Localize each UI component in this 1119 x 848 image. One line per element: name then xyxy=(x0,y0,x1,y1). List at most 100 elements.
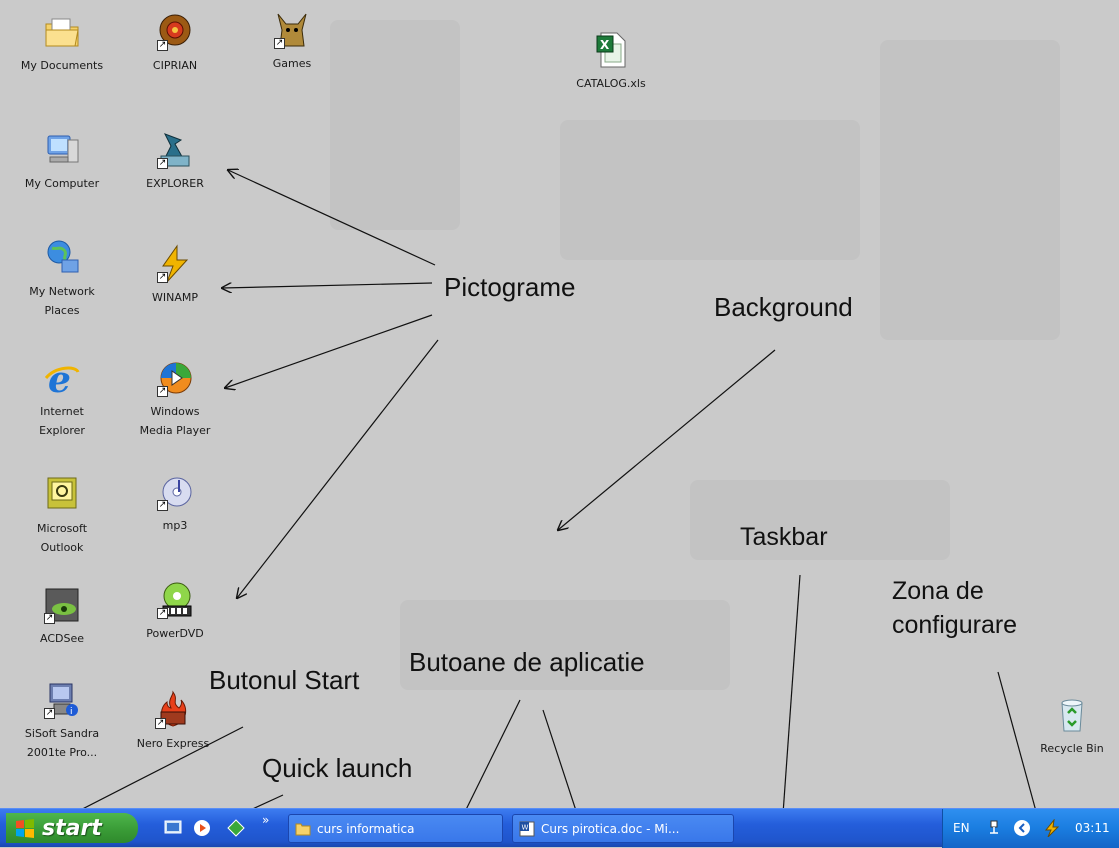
internet-explorer-icon: e xyxy=(42,358,82,398)
computer-icon xyxy=(42,130,82,170)
arrow-to-quick-launch xyxy=(253,794,284,808)
excel-file-icon: X xyxy=(591,30,631,70)
icon-label: Nero Express xyxy=(136,737,210,750)
annotation-zona-de: Zona de xyxy=(892,577,984,605)
icon-label: ACDSee xyxy=(40,632,84,645)
arrow-to-winamp xyxy=(222,283,433,288)
desktop-icon-nero-express[interactable]: ↗ Nero Express xyxy=(125,690,221,753)
icon-label: Games xyxy=(272,57,312,70)
shortcut-arrow-icon: ↗ xyxy=(155,718,166,729)
svg-text:X: X xyxy=(600,38,610,52)
system-tray: EN 03:11 xyxy=(942,809,1119,848)
folder-documents-icon xyxy=(42,12,82,52)
music-disc-icon: ↗ xyxy=(155,472,195,512)
task-label: Curs pirotica.doc - Mi... xyxy=(541,821,680,836)
shortcut-arrow-icon: ↗ xyxy=(44,708,55,719)
clock[interactable]: 03:11 xyxy=(1075,821,1110,835)
taskbar-button-curs-pirotica-doc[interactable]: W Curs pirotica.doc - Mi... xyxy=(512,814,734,843)
desktop-icon-internet-explorer[interactable]: e Internet Explorer xyxy=(14,358,110,440)
arrow-to-taskbar xyxy=(782,574,801,808)
sisoft-sandra-icon: i ↗ xyxy=(42,680,82,720)
icon-label: Recycle Bin xyxy=(1040,742,1104,755)
taskbar: start » curs informatica W Curs pirotica… xyxy=(0,808,1119,848)
desktop-icon-winamp[interactable]: ↗ WINAMP xyxy=(127,244,223,307)
start-label: start xyxy=(42,815,102,841)
taskbar-button-curs-informatica[interactable]: curs informatica xyxy=(288,814,503,843)
winamp-tray-icon[interactable] xyxy=(1043,818,1061,838)
quick-launch-messenger-icon[interactable] xyxy=(226,818,246,838)
desktop-icon-my-computer[interactable]: My Computer xyxy=(14,130,110,193)
arrow-to-powerdvd xyxy=(237,339,439,598)
shortcut-arrow-icon: ↗ xyxy=(157,272,168,283)
icon-label: WINAMP xyxy=(152,291,198,304)
icon-label-line: Internet xyxy=(40,405,84,418)
desktop-icon-catalog-xls[interactable]: X CATALOG.xls xyxy=(563,30,659,93)
shortcut-arrow-icon: ↗ xyxy=(157,608,168,619)
annotation-quick-launch: Quick launch xyxy=(262,753,413,783)
nero-fire-icon: ↗ xyxy=(153,690,193,730)
icon-label-line: Windows xyxy=(150,405,200,418)
winamp-bolt-icon: ↗ xyxy=(155,244,195,284)
annotation-butoane-de-aplicatie: Butoane de aplicatie xyxy=(409,647,645,677)
background-pattern xyxy=(880,40,1060,340)
icon-label: CATALOG.xls xyxy=(576,77,646,90)
games-warrior-icon: ↗ xyxy=(272,10,312,50)
start-button[interactable]: start xyxy=(6,813,138,843)
icon-label-line: Places xyxy=(44,304,80,317)
desktop-icon-recycle-bin[interactable]: Recycle Bin xyxy=(1024,695,1119,758)
language-indicator[interactable]: EN xyxy=(953,821,970,835)
svg-text:i: i xyxy=(70,707,73,717)
desktop-icon-mp3[interactable]: ↗ mp3 xyxy=(127,472,223,535)
desktop-icon-my-network-places[interactable]: My Network Places xyxy=(14,238,110,320)
quick-launch-media-player-icon[interactable] xyxy=(192,818,212,838)
desktop-icon-powerdvd[interactable]: ↗ PowerDVD xyxy=(127,580,223,643)
desktop-icon-sisoft-sandra[interactable]: i ↗ SiSoft Sandra 2001te Pro... xyxy=(14,680,110,762)
powerdvd-disc-icon: ↗ xyxy=(155,580,195,620)
quick-launch-more-chevron[interactable]: » xyxy=(262,813,269,827)
arrow-to-task-two xyxy=(542,709,576,808)
shortcut-arrow-icon: ↗ xyxy=(157,40,168,51)
desktop-icon-my-documents[interactable]: My Documents xyxy=(14,12,110,75)
desktop-icon-games[interactable]: ↗ Games xyxy=(244,10,340,73)
folder-icon xyxy=(295,823,311,835)
quick-launch-show-desktop-icon[interactable] xyxy=(163,818,183,838)
word-document-icon: W xyxy=(519,821,535,836)
annotation-configurare: configurare xyxy=(892,611,1018,639)
background-pattern xyxy=(560,120,860,260)
annotation-pictograme: Pictograme xyxy=(444,272,576,302)
desktop-icon-microsoft-outlook[interactable]: Microsoft Outlook xyxy=(14,475,110,557)
icon-label-line: Media Player xyxy=(139,424,211,437)
icon-label: My Documents xyxy=(20,59,104,72)
desktop-icon-acdsee[interactable]: ↗ ACDSee xyxy=(14,585,110,648)
icon-label: mp3 xyxy=(162,519,188,532)
tray-expand-chevron-icon[interactable] xyxy=(1013,819,1031,837)
annotation-background: Background xyxy=(714,292,853,322)
annotation-taskbar: Taskbar xyxy=(740,523,828,551)
recycle-bin-icon xyxy=(1052,695,1092,735)
desktop-icon-explorer[interactable]: ↗ EXPLORER xyxy=(127,130,223,193)
svg-text:e: e xyxy=(48,359,71,398)
icon-label-line: Outlook xyxy=(40,541,84,554)
desktop-icon-windows-media-player[interactable]: ↗ Windows Media Player xyxy=(127,358,223,440)
icon-label: CIPRIAN xyxy=(152,59,198,72)
outlook-icon xyxy=(42,475,82,515)
arrow-to-media-player xyxy=(225,314,433,388)
shortcut-arrow-icon: ↗ xyxy=(157,158,168,169)
media-player-icon: ↗ xyxy=(155,358,195,398)
windows-flag-icon xyxy=(14,817,36,839)
desktop-icon-ciprian[interactable]: ↗ CIPRIAN xyxy=(127,12,223,75)
ciprian-shield-icon: ↗ xyxy=(155,12,195,52)
network-globe-icon xyxy=(42,238,82,278)
network-connection-icon[interactable] xyxy=(985,819,1003,837)
acdsee-eye-icon: ↗ xyxy=(42,585,82,625)
desktop-background: My Documents My Computer My Network Plac… xyxy=(0,0,1119,808)
icon-label: My Computer xyxy=(24,177,100,190)
icon-label-line: My Network xyxy=(29,285,95,298)
icon-label: EXPLORER xyxy=(146,177,204,190)
icon-label-line: Explorer xyxy=(39,424,85,437)
background-pattern xyxy=(330,20,460,230)
icon-label: PowerDVD xyxy=(146,627,204,640)
task-label: curs informatica xyxy=(317,821,415,836)
svg-text:W: W xyxy=(522,823,529,831)
shortcut-arrow-icon: ↗ xyxy=(274,38,285,49)
